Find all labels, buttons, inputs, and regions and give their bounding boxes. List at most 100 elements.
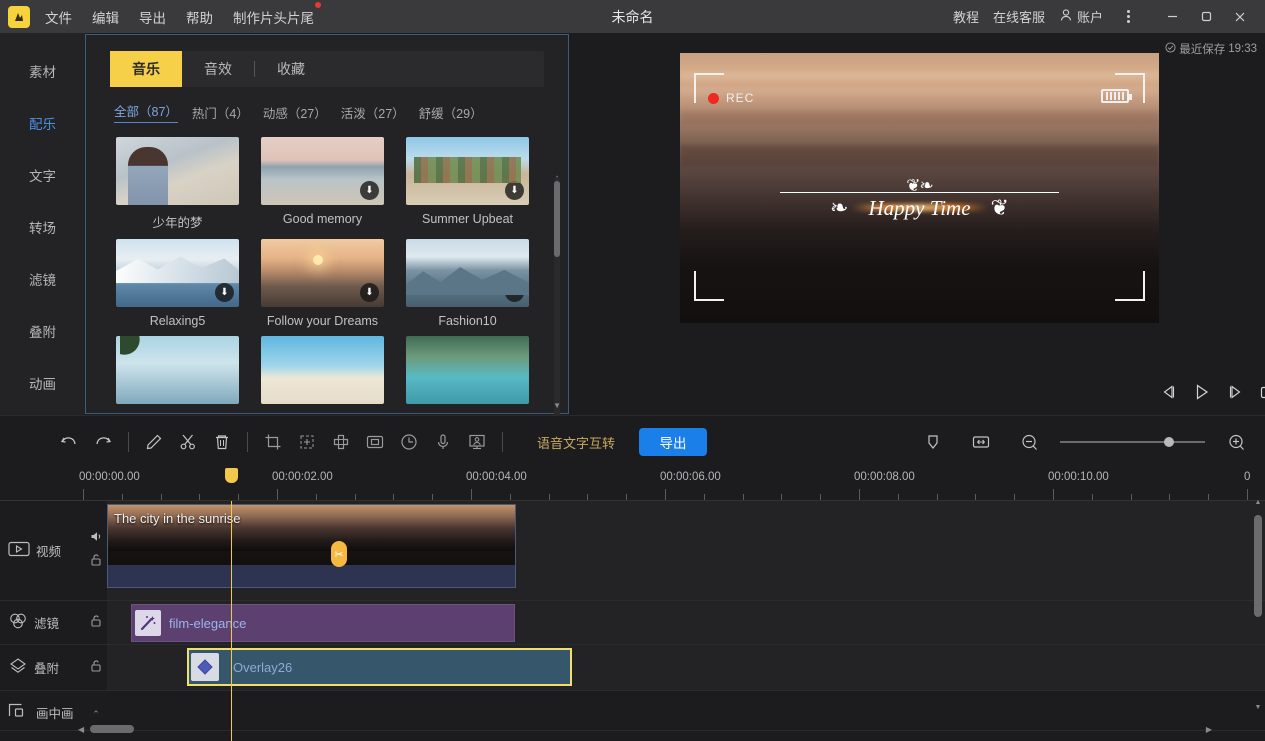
scroll-down-arrow-icon[interactable]: ▼ [553, 401, 561, 410]
music-card-label: Relaxing5 [116, 314, 239, 328]
fit-timeline-button[interactable] [964, 425, 998, 459]
next-frame-button[interactable] [1227, 384, 1243, 400]
tab-favorites[interactable]: 收藏 [255, 51, 327, 87]
track-overlay-header[interactable]: 叠附 [0, 645, 85, 690]
music-card[interactable] [116, 336, 239, 404]
tutorial-link[interactable]: 教程 [953, 7, 979, 26]
track-filter-header[interactable]: 滤镜 [0, 601, 85, 644]
menu-intro-outro[interactable]: 制作片头片尾 [232, 4, 315, 30]
export-button[interactable]: 导出 [639, 428, 707, 456]
sidebar-item-text[interactable]: 文字 [0, 149, 85, 201]
mosaic-button[interactable] [324, 425, 358, 459]
music-card[interactable] [406, 336, 529, 404]
track-filter-body[interactable]: film-elegance [107, 601, 1265, 644]
cut-scissors-button[interactable] [171, 425, 205, 459]
unlock-icon[interactable] [90, 553, 102, 571]
zoom-in-button[interactable] [1219, 425, 1253, 459]
library-tabs: 音乐 音效 收藏 [110, 51, 544, 87]
track-pip-header[interactable]: 画中画 [0, 691, 85, 730]
timeline-zoom-slider[interactable] [1060, 435, 1205, 449]
category-soothing[interactable]: 舒缓（29） [419, 103, 483, 122]
music-card[interactable]: ⬇ Fashion10 [406, 239, 529, 328]
redo-button[interactable] [86, 425, 120, 459]
ruler-tick-major [1053, 489, 1054, 500]
menu-file[interactable]: 文件 [44, 4, 73, 30]
play-button[interactable] [1193, 383, 1211, 401]
category-dynamic[interactable]: 动感（27） [263, 103, 327, 122]
sidebar-item-transition[interactable]: 转场 [0, 201, 85, 253]
scroll-right-arrow-icon[interactable]: ▶ [1206, 725, 1212, 734]
scroll-down-arrow-icon[interactable]: ▼ [1254, 704, 1262, 711]
scroll-up-arrow-icon[interactable]: ▲ [1254, 499, 1262, 506]
speed-clock-button[interactable] [392, 425, 426, 459]
music-thumbnail [116, 336, 239, 404]
download-icon[interactable]: ⬇ [505, 283, 524, 302]
download-icon[interactable]: ⬇ [360, 181, 379, 200]
music-card[interactable]: ⬇ Good memory [261, 137, 384, 231]
marker-button[interactable] [916, 425, 950, 459]
scroll-left-arrow-icon[interactable]: ◀ [78, 725, 84, 734]
split-clip-handle[interactable]: ✂ [331, 541, 347, 567]
zoom-out-button[interactable] [1012, 425, 1046, 459]
category-popular[interactable]: 热门（4） [192, 103, 249, 122]
microphone-button[interactable] [426, 425, 460, 459]
sidebar-item-animation[interactable]: 动画 [0, 357, 85, 409]
track-video-body[interactable]: The city in the sunrise ✂ [107, 501, 1265, 600]
unlock-icon[interactable] [90, 614, 102, 632]
music-card[interactable]: ⬇ Follow your Dreams [261, 239, 384, 328]
crop-button[interactable] [256, 425, 290, 459]
ruler-tick-major [83, 489, 84, 500]
minimize-button[interactable] [1157, 4, 1187, 30]
playhead-handle[interactable] [225, 468, 238, 483]
green-screen-button[interactable] [460, 425, 494, 459]
timeline-ruler[interactable]: 00:00:00.00 00:00:02.00 00:00:04.00 00:0… [0, 468, 1265, 501]
category-all[interactable]: 全部（87） [114, 101, 178, 123]
menu-help[interactable]: 帮助 [185, 4, 214, 30]
unlock-icon[interactable] [90, 659, 102, 677]
music-card[interactable]: 少年的梦 [116, 137, 239, 231]
music-card[interactable]: ⬇ Relaxing5 [116, 239, 239, 328]
library-scrollbar[interactable] [554, 177, 560, 435]
clip-video[interactable]: The city in the sunrise [107, 504, 516, 588]
music-card[interactable]: ⬇ Summer Upbeat [406, 137, 529, 231]
download-icon[interactable]: ⬇ [360, 283, 379, 302]
timeline-horizontal-scrollbar[interactable]: ◀ ▶ [90, 725, 1200, 733]
clip-overlay[interactable]: Overlay26 [187, 648, 572, 686]
account-button[interactable]: 账户 [1059, 7, 1103, 26]
transform-button[interactable] [290, 425, 324, 459]
timeline-zoom-controls [916, 425, 1265, 459]
download-icon[interactable]: ⬇ [505, 181, 524, 200]
track-video-header[interactable]: 视频 [0, 501, 85, 600]
more-options-button[interactable] [1117, 6, 1139, 28]
video-preview[interactable]: REC ❦❧ ❧ Happy Time ❦ [680, 53, 1159, 323]
timeline-vertical-scrollbar[interactable]: ▲ ▼ [1254, 505, 1262, 705]
account-label: 账户 [1077, 7, 1103, 26]
category-lively[interactable]: 活泼（27） [341, 103, 405, 122]
save-status-time: 19:33 [1228, 43, 1257, 55]
edit-pencil-button[interactable] [137, 425, 171, 459]
voice-text-convert-button[interactable]: 语音文字互转 [537, 433, 615, 452]
menu-edit[interactable]: 编辑 [91, 4, 120, 30]
undo-button[interactable] [52, 425, 86, 459]
clip-filter[interactable]: film-elegance [131, 604, 515, 642]
tab-sound-effects[interactable]: 音效 [182, 51, 254, 87]
sidebar-item-filter[interactable]: 滤镜 [0, 253, 85, 305]
chevron-up-icon[interactable]: ⌃ [92, 709, 100, 720]
music-thumbnail: ⬇ [261, 137, 384, 205]
download-icon[interactable]: ⬇ [215, 283, 234, 302]
music-card[interactable] [261, 336, 384, 404]
close-button[interactable] [1225, 4, 1255, 30]
maximize-button[interactable] [1191, 4, 1221, 30]
speaker-icon[interactable] [90, 530, 103, 548]
sidebar-item-media[interactable]: 素材 [0, 45, 85, 97]
pip-frame-button[interactable] [358, 425, 392, 459]
stop-button[interactable] [1259, 385, 1265, 400]
tab-music[interactable]: 音乐 [110, 51, 182, 87]
track-overlay-body[interactable]: Overlay26 [107, 645, 1265, 690]
sidebar-item-overlay[interactable]: 叠附 [0, 305, 85, 357]
online-support-link[interactable]: 在线客服 [993, 7, 1045, 26]
prev-frame-button[interactable] [1161, 384, 1177, 400]
delete-trash-button[interactable] [205, 425, 239, 459]
sidebar-item-music[interactable]: 配乐 [0, 97, 85, 149]
menu-export[interactable]: 导出 [138, 4, 167, 30]
